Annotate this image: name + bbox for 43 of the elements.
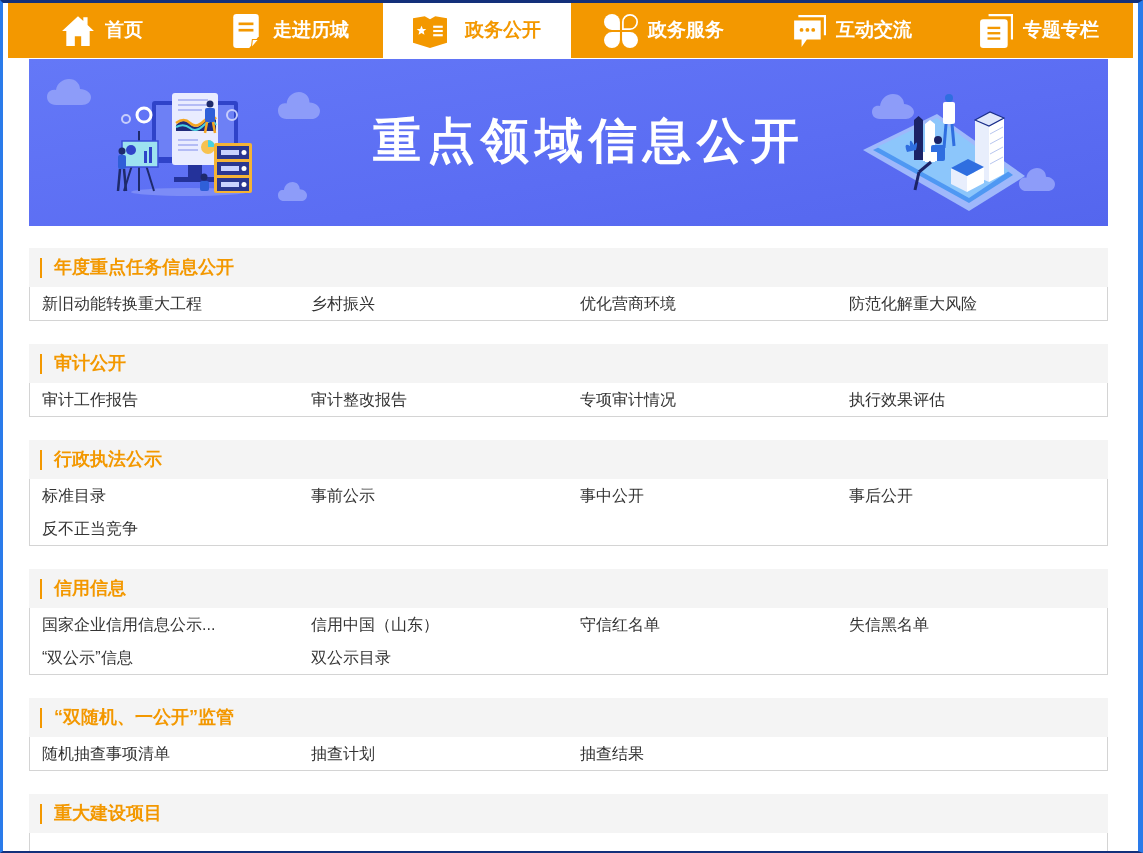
section-link[interactable]: 双公示目录 [311,645,391,670]
section-link[interactable]: 反不正当竞争 [42,516,138,541]
section-title: “双随机、一公开”监管 [54,706,234,729]
section-link[interactable]: 抽查结果 [580,741,644,766]
book-star-icon [412,13,447,48]
section-link[interactable]: 执行效果评估 [849,387,945,412]
section-link[interactable]: 审计工作报告 [42,387,138,412]
accent-bar [40,257,42,278]
section-link[interactable]: 乡村振兴 [311,291,375,316]
section-link[interactable]: 失信黑名单 [849,612,929,637]
cloud-icon [1019,168,1055,191]
cloud-icon [278,182,307,201]
section-link[interactable]: 事中公开 [580,483,644,508]
accent-bar [40,578,42,599]
documents-icon [979,13,1014,48]
section-link[interactable]: 信用中国（山东） [311,612,439,637]
cloud-icon [47,79,91,105]
section-title: 重大建设项目 [54,802,162,825]
cloud-icon [278,92,320,119]
section-link[interactable]: 专项审计情况 [580,387,676,412]
section-link[interactable]: 优化营商环境 [580,291,676,316]
section-title: 审计公开 [54,352,126,375]
accent-bar [40,449,42,470]
section-link[interactable]: 随机抽查事项清单 [42,741,170,766]
section-title: 信用信息 [54,577,126,600]
section-link[interactable]: 事后公开 [849,483,913,508]
section-link[interactable]: 审计整改报告 [311,387,407,412]
section-link[interactable]: “双公示”信息 [42,645,133,670]
section-link[interactable]: 防范化解重大风险 [849,291,977,316]
clover-icon [604,13,639,48]
section-link[interactable]: 事前公示 [311,483,375,508]
section-title: 行政执法公示 [54,448,162,471]
section-link[interactable]: 守信红名单 [580,612,660,637]
section-link[interactable]: 抽查计划 [311,741,375,766]
chat-bubble-icon [791,13,826,48]
section-link[interactable]: 国家企业信用信息公示... [42,612,216,637]
section-link[interactable]: 标准目录 [42,483,106,508]
accent-bar [40,803,42,824]
banner-title: 重点领域信息公开 [373,113,805,169]
section-title: 年度重点任务信息公开 [54,256,234,279]
section-link[interactable]: 新旧动能转换重大工程 [42,291,202,316]
accent-bar [40,353,42,374]
accent-bar [40,707,42,728]
